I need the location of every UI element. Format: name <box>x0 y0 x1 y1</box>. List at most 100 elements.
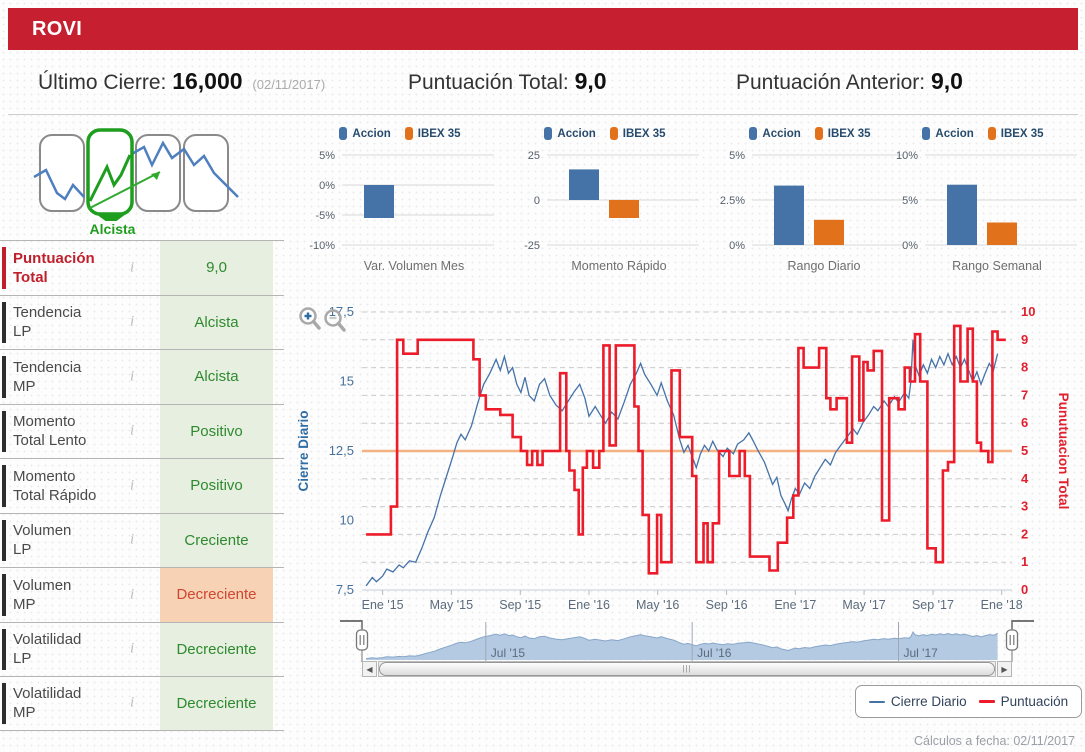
y-axis-tick: 5% <box>902 195 918 207</box>
indicator-value: Decreciente <box>160 677 273 730</box>
indicator-label: Volumen LP <box>13 521 71 559</box>
legend-item-accion[interactable]: Accion <box>749 127 801 140</box>
legend-item-ibex[interactable]: IBEX 35 <box>404 127 461 140</box>
indicator-row-volumen-lp: Volumen LP i Creciente <box>0 512 284 567</box>
ultimo-cierre-value: 16,000 <box>172 68 243 94</box>
left-axis-tick: 7,5 <box>336 582 354 597</box>
accion-legend-label: Accion <box>352 127 391 140</box>
info-icon[interactable]: i <box>130 532 134 549</box>
row-accent-bar <box>2 519 6 561</box>
range-bracket-right-icon <box>1011 620 1034 629</box>
navigator-tick-label: Jul '15 <box>491 646 526 660</box>
x-axis-tick: Sep '15 <box>499 598 541 612</box>
scrollbar-grip-icon: ||| <box>682 664 692 673</box>
indicator-label: Momento Total Lento <box>13 412 86 450</box>
legend-puntuacion[interactable]: Puntuación <box>978 694 1069 709</box>
right-axis-tick: 7 <box>1021 387 1028 402</box>
indicator-label-line2: Total <box>13 268 48 286</box>
mini-chart-plot: 25 0 -25 <box>524 150 699 252</box>
ibex-marker-icon <box>404 127 413 140</box>
right-axis-tick: 0 <box>1021 582 1028 597</box>
ibex-legend-label: IBEX 35 <box>417 127 461 140</box>
y-axis-tick: -5% <box>315 210 335 222</box>
info-icon[interactable]: i <box>130 641 134 658</box>
indicator-value: Alcista <box>160 295 273 349</box>
info-icon[interactable]: i <box>130 477 134 494</box>
legend-puntuacion-label: Puntuación <box>1000 694 1069 709</box>
legend-item-accion[interactable]: Accion <box>544 127 596 140</box>
mini-chart-legend: Accion IBEX 35 <box>883 126 1083 141</box>
indicator-value: Creciente <box>160 513 273 567</box>
indicator-row-volatilidad-lp: Volatilidad LP i Decreciente <box>0 621 284 676</box>
info-icon[interactable]: i <box>130 314 134 331</box>
navigator-tick-label: Jul '16 <box>697 646 732 660</box>
x-axis-tick: Ene '16 <box>568 598 610 612</box>
range-navigator: Jul '15 Jul '16 Jul '17 <box>340 620 1034 662</box>
info-icon[interactable]: i <box>130 695 134 712</box>
indicator-row-volatilidad-mp: Volatilidad MP i Decreciente <box>0 676 284 731</box>
row-accent-bar <box>2 356 6 398</box>
chart-scrollbar: ◀ ||| ▶ <box>362 661 1012 677</box>
zoom-out-icon[interactable] <box>324 309 346 332</box>
y-axis-tick: 25 <box>528 150 540 162</box>
indicator-label: Puntuación Total <box>13 249 95 287</box>
ibex-marker-icon <box>609 127 618 140</box>
plot-area[interactable] <box>362 312 1012 590</box>
right-axis-tick: 2 <box>1021 526 1028 541</box>
indicator-value: Alcista <box>160 350 273 404</box>
legend-item-accion[interactable]: Accion <box>339 127 391 140</box>
puntuacion-anterior: Puntuación Anterior: 9,0 <box>736 68 963 95</box>
navigator-handle-left[interactable] <box>355 621 369 662</box>
y-axis-tick: 2.5% <box>720 195 745 207</box>
indicator-label-line1: Tendencia <box>13 358 82 376</box>
indicator-row-volumen-mp: Volumen MP i Decreciente <box>0 567 284 622</box>
scrollbar-thumb[interactable]: ||| <box>379 662 995 676</box>
indicator-label-line2: Total Rápido <box>13 486 97 504</box>
info-icon[interactable]: i <box>130 423 134 440</box>
accion-legend-label: Accion <box>762 127 801 140</box>
indicator-value: Positivo <box>160 404 273 458</box>
trend-phase-icon <box>33 128 239 221</box>
main-price-chart: Ene '15 May '15 Sep '15 Ene '16 May '16 Sep '… <box>296 304 1071 612</box>
indicator-panel: Alcista Puntuación Total i 9,0 Tendencia LP i A… <box>0 115 285 752</box>
right-axis-tick: 9 <box>1021 332 1028 347</box>
legend-item-accion[interactable]: Accion <box>922 127 974 140</box>
mini-chart-legend: Accion IBEX 35 <box>505 126 705 141</box>
scrollbar-track[interactable]: ||| <box>378 661 996 677</box>
puntuacion-total-label: Puntuación Total: <box>408 71 569 94</box>
left-axis-tick: 10 <box>340 513 354 528</box>
scroll-left-button[interactable]: ◀ <box>362 661 377 677</box>
info-icon[interactable]: i <box>130 259 134 276</box>
info-icon[interactable]: i <box>130 368 134 385</box>
mini-chart-plot: 5% 2.5% 0% <box>720 150 904 252</box>
zoom-in-icon[interactable] <box>299 307 321 330</box>
bar-accion <box>569 169 599 200</box>
trend-phase-label: Alcista <box>89 221 136 237</box>
row-accent-bar <box>2 301 6 343</box>
navigator-handle-right[interactable] <box>1005 621 1019 662</box>
indicator-table: Puntuación Total i 9,0 Tendencia LP i Alcista Te… <box>0 240 284 731</box>
x-axis-tick: Sep '16 <box>706 598 748 612</box>
info-icon[interactable]: i <box>130 586 134 603</box>
legend-item-ibex[interactable]: IBEX 35 <box>814 127 871 140</box>
indicator-label: Volumen MP <box>13 576 71 614</box>
indicator-label-line2: MP <box>13 704 36 722</box>
bar-accion <box>774 185 804 245</box>
indicator-value: 9,0 <box>160 241 273 295</box>
mini-chart-title: Rango Diario <box>787 259 861 273</box>
indicator-label-line1: Volatilidad <box>13 685 82 703</box>
mini-chart-title: Var. Volumen Mes <box>363 259 465 273</box>
indicator-label-line1: Volumen <box>13 576 72 594</box>
left-axis-title: Cierre Diario <box>296 410 311 491</box>
legend-item-ibex[interactable]: IBEX 35 <box>609 127 666 140</box>
legend-cierre-diario[interactable]: Cierre Diario <box>868 694 967 709</box>
row-accent-bar <box>2 628 6 670</box>
x-axis-tick: Sep '17 <box>912 598 954 612</box>
scroll-right-button[interactable]: ▶ <box>997 661 1012 677</box>
indicator-label-line2: Total Lento <box>13 432 87 450</box>
mini-chart-title: Rango Semanal <box>952 259 1042 273</box>
legend-item-ibex[interactable]: IBEX 35 <box>987 127 1044 140</box>
puntuacion-total: Puntuación Total: 9,0 <box>408 68 607 95</box>
mini-chart-rango-diario: Accion IBEX 35 5% 2.5% 0% Rango Diario <box>710 126 910 288</box>
ibex-legend-label: IBEX 35 <box>827 127 871 140</box>
